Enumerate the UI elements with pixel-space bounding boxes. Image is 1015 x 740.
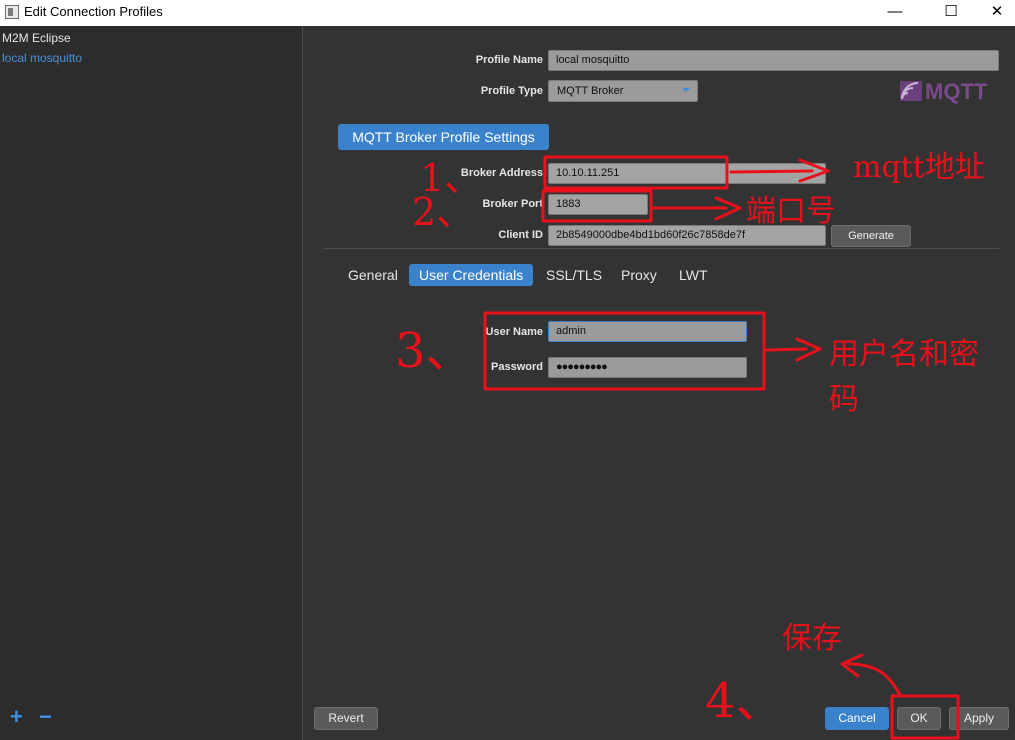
profile-name-input[interactable]: local mosquitto xyxy=(548,50,999,71)
annotation-credentials-note-line1: 用户名和密 xyxy=(829,337,979,372)
username-input[interactable]: admin xyxy=(548,321,747,342)
apply-button[interactable]: Apply xyxy=(949,707,1009,730)
annotation-save-note: 保存 xyxy=(782,621,842,656)
profile-type-select[interactable]: MQTT Broker xyxy=(548,80,698,102)
generate-client-id-button[interactable]: Generate xyxy=(831,225,911,247)
app-icon xyxy=(5,5,19,19)
annotation-number-2: 2、 xyxy=(412,190,475,234)
tab-ssl-tls[interactable]: SSL/TLS xyxy=(546,264,602,286)
tab-proxy[interactable]: Proxy xyxy=(621,264,657,286)
ok-button[interactable]: OK xyxy=(897,707,941,730)
tab-general[interactable]: General xyxy=(348,264,398,286)
tab-lwt[interactable]: LWT xyxy=(679,264,708,286)
password-input[interactable]: ●●●●●●●●● xyxy=(548,357,747,378)
title-bar: Edit Connection Profiles — ☐ ✕ xyxy=(0,0,1015,26)
broker-settings-title: MQTT Broker Profile Settings xyxy=(338,124,549,150)
annotation-address-note: mqtt地址 xyxy=(853,150,985,185)
profile-list: M2M Eclipse local mosquitto + − xyxy=(0,26,302,740)
add-profile-button[interactable]: + xyxy=(10,706,23,728)
remove-profile-button[interactable]: − xyxy=(39,706,52,728)
section-divider xyxy=(323,248,999,249)
cancel-button[interactable]: Cancel xyxy=(825,707,889,730)
annotation-number-4: 4、 xyxy=(705,673,784,729)
broker-port-input[interactable]: 1883 xyxy=(548,194,648,215)
profile-name-label: Profile Name xyxy=(475,54,543,66)
maximize-button[interactable]: ☐ xyxy=(928,0,974,26)
mqtt-logo-icon xyxy=(900,81,922,101)
profile-type-value: MQTT Broker xyxy=(557,85,624,97)
annotation-number-3: 3、 xyxy=(395,323,474,379)
profile-item-m2m-eclipse[interactable]: M2M Eclipse xyxy=(2,31,71,45)
chevron-down-icon xyxy=(682,88,690,92)
minimize-button[interactable]: — xyxy=(872,0,918,26)
profile-type-label: Profile Type xyxy=(480,85,543,97)
broker-address-input[interactable]: 10.10.11.251 xyxy=(548,163,826,184)
close-button[interactable]: ✕ xyxy=(974,0,1015,26)
mqtt-logo: MQTT xyxy=(899,78,999,104)
revert-button[interactable]: Revert xyxy=(314,707,378,730)
profile-item-local-mosquitto[interactable]: local mosquitto xyxy=(2,51,82,65)
window-title: Edit Connection Profiles xyxy=(24,4,163,19)
tab-user-credentials[interactable]: User Credentials xyxy=(409,264,534,286)
mqtt-logo-text: MQTT xyxy=(925,79,988,104)
annotation-credentials-note-line2: 码 xyxy=(829,382,859,417)
annotation-port-note: 端口号 xyxy=(746,194,836,229)
